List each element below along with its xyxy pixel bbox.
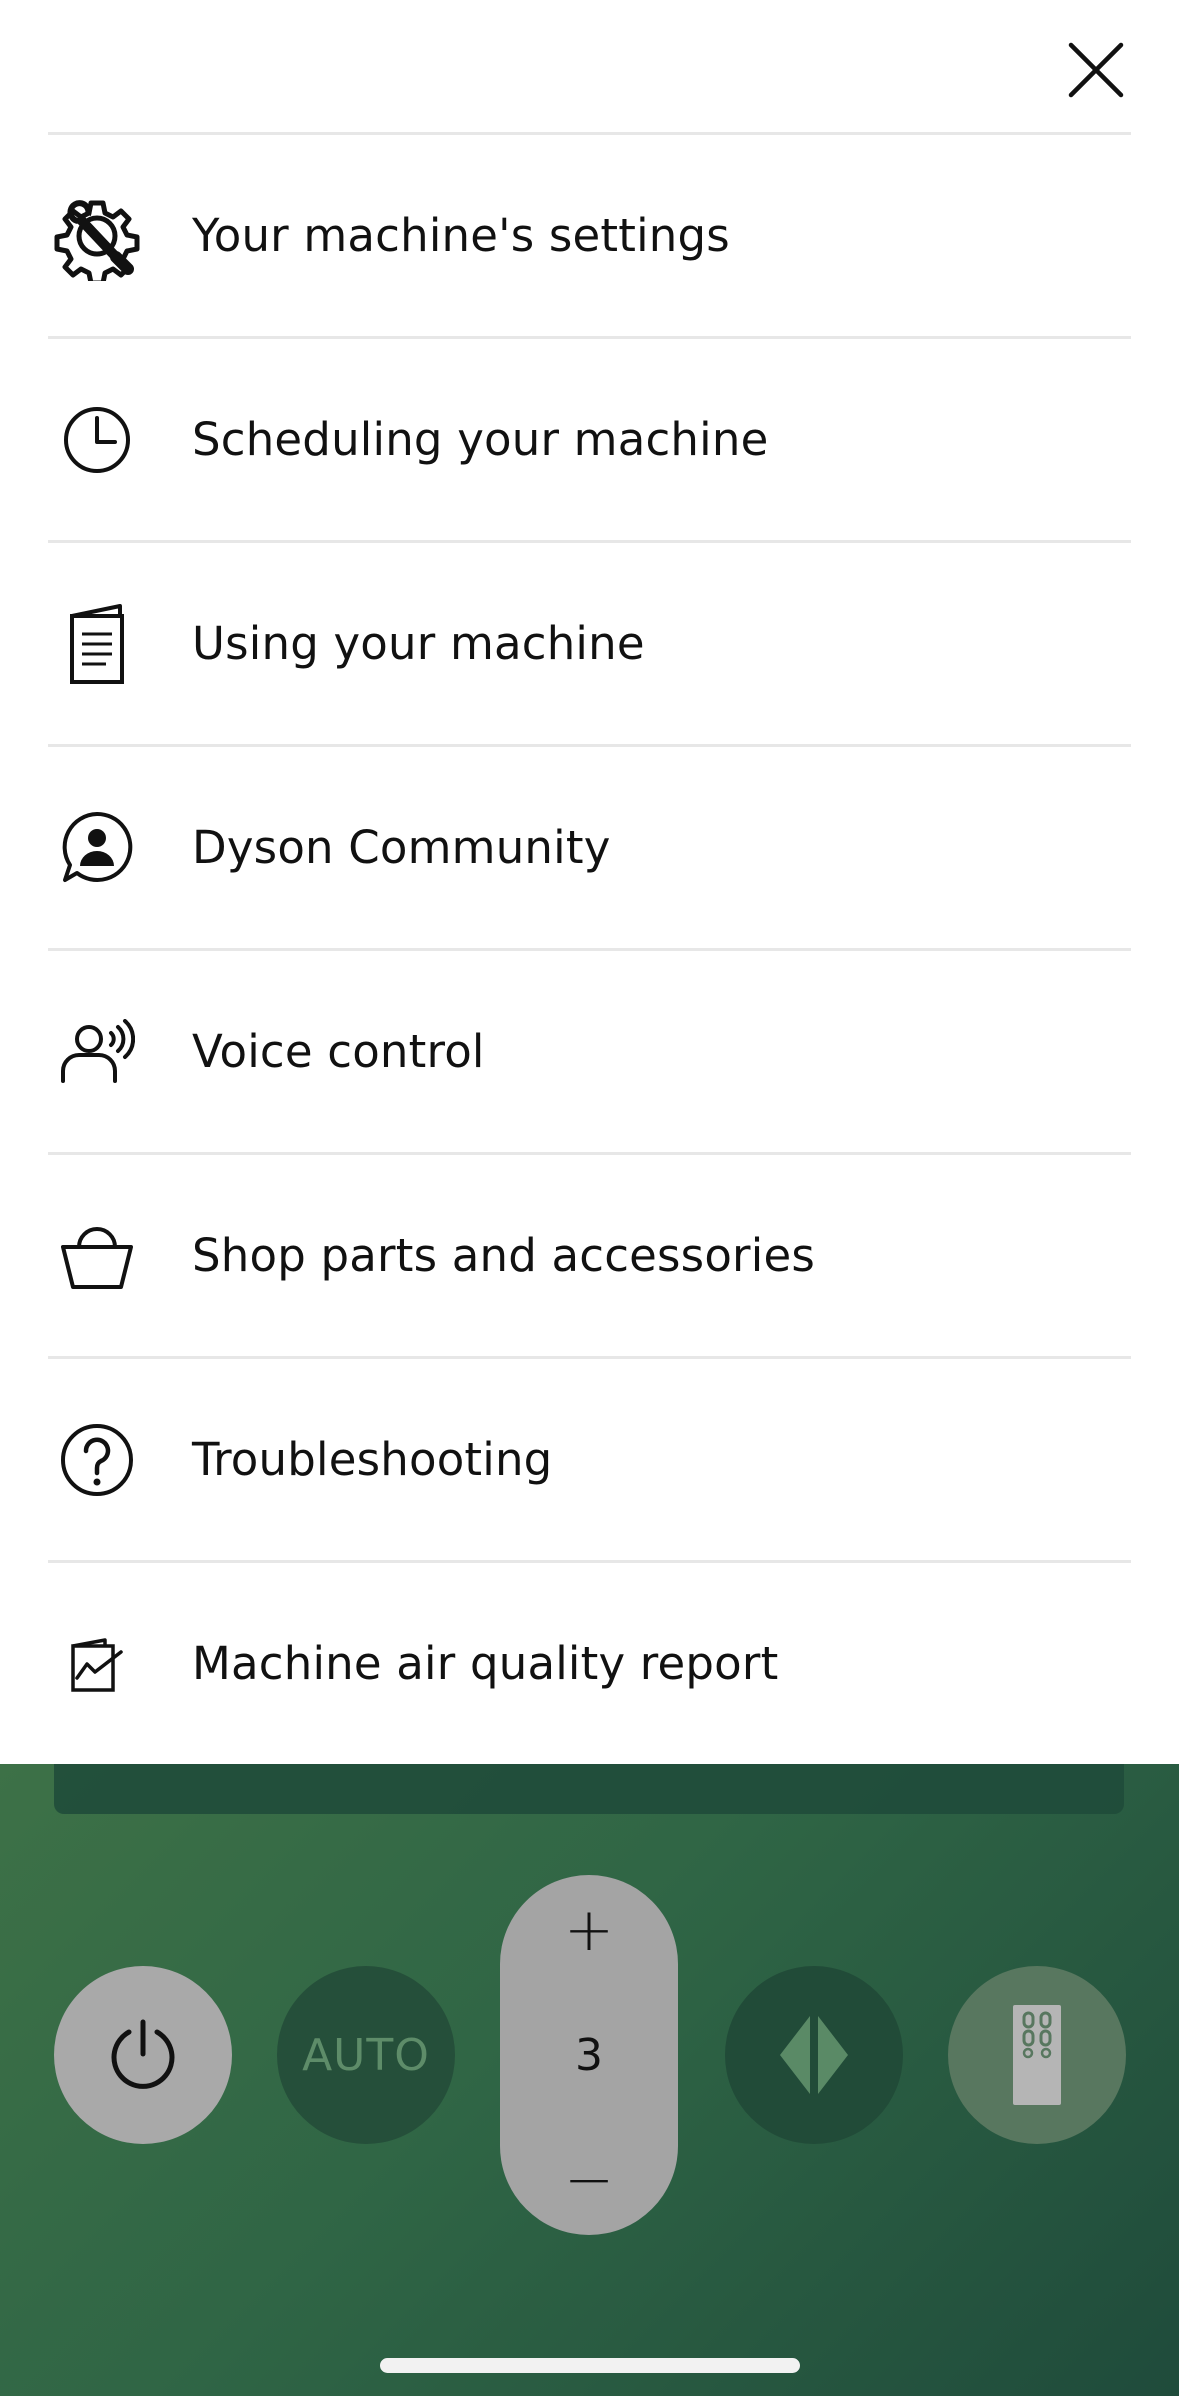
fan-speed-value: 3 bbox=[575, 2029, 603, 2081]
panel-card-edge bbox=[54, 1764, 1124, 1814]
menu-item-label: Your machine's settings bbox=[192, 209, 730, 262]
fan-speed-control: + 3 − bbox=[500, 1875, 678, 2235]
menu-item-label: Dyson Community bbox=[192, 821, 611, 874]
voice-control-icon bbox=[50, 1005, 144, 1099]
menu-item-troubleshooting[interactable]: Troubleshooting bbox=[48, 1359, 1131, 1560]
remote-icon bbox=[1013, 2005, 1061, 2105]
menu-item-label: Machine air quality report bbox=[192, 1637, 779, 1690]
help-menu: Your machine's settings Scheduling your … bbox=[48, 132, 1131, 1764]
settings-wrench-icon bbox=[50, 189, 144, 283]
menu-item-using-machine[interactable]: Using your machine bbox=[48, 543, 1131, 744]
menu-item-label: Voice control bbox=[192, 1025, 485, 1078]
close-button[interactable] bbox=[1062, 36, 1130, 104]
power-button[interactable] bbox=[54, 1966, 232, 2144]
menu-item-machine-settings[interactable]: Your machine's settings bbox=[48, 135, 1131, 336]
remote-button[interactable] bbox=[948, 1966, 1126, 2144]
increase-speed-button[interactable]: + bbox=[500, 1875, 678, 1985]
community-chat-icon bbox=[50, 801, 144, 895]
menu-item-shop[interactable]: Shop parts and accessories bbox=[48, 1155, 1131, 1356]
power-icon bbox=[111, 2019, 175, 2089]
menu-item-label: Scheduling your machine bbox=[192, 413, 769, 466]
document-icon bbox=[50, 597, 144, 691]
decrease-speed-button[interactable]: − bbox=[500, 2125, 678, 2235]
menu-item-label: Troubleshooting bbox=[192, 1433, 553, 1486]
machine-control-panel: AUTO + 3 − bbox=[0, 1764, 1179, 2396]
home-indicator[interactable] bbox=[380, 2358, 800, 2373]
shopping-basket-icon bbox=[50, 1209, 144, 1303]
close-icon bbox=[1068, 42, 1124, 98]
auto-mode-label: AUTO bbox=[302, 2029, 430, 2081]
oscillation-button[interactable] bbox=[725, 1966, 903, 2144]
clock-icon bbox=[50, 393, 144, 487]
help-icon bbox=[50, 1413, 144, 1507]
menu-item-label: Using your machine bbox=[192, 617, 645, 670]
report-chart-icon bbox=[50, 1617, 144, 1711]
menu-item-voice-control[interactable]: Voice control bbox=[48, 951, 1131, 1152]
auto-mode-button[interactable]: AUTO bbox=[277, 1966, 455, 2144]
menu-item-air-quality-report[interactable]: Machine air quality report bbox=[48, 1563, 1131, 1764]
oscillation-icon bbox=[780, 2016, 848, 2094]
menu-item-label: Shop parts and accessories bbox=[192, 1229, 815, 1282]
menu-item-scheduling[interactable]: Scheduling your machine bbox=[48, 339, 1131, 540]
menu-item-community[interactable]: Dyson Community bbox=[48, 747, 1131, 948]
